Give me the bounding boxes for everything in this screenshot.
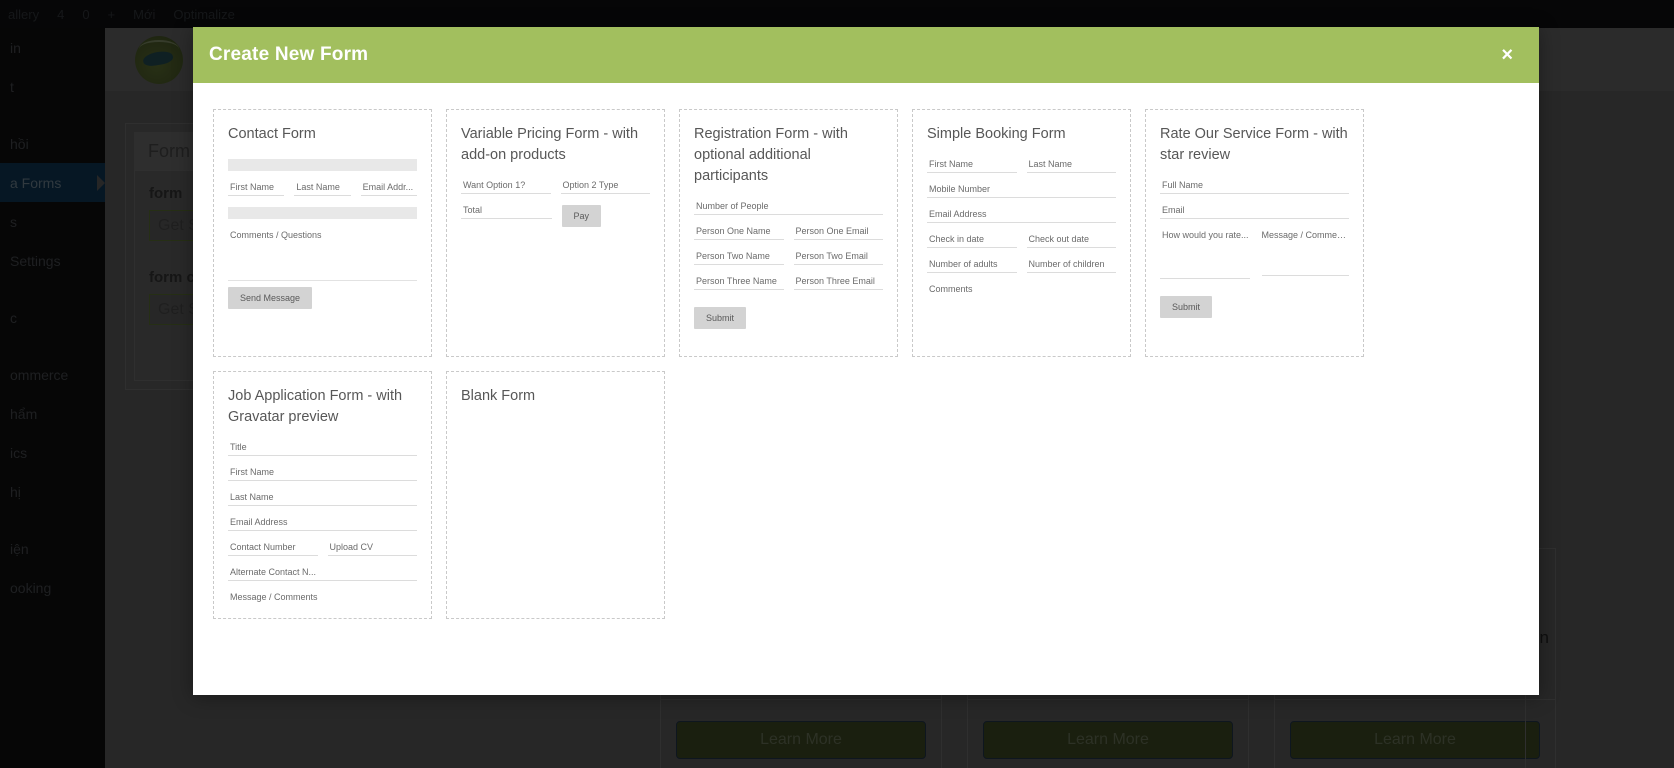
create-new-form-modal: Create New Form × Contact Form First Name… [193,27,1539,695]
preview-field: Email Address [927,209,1116,224]
preview-field-row: First Name Last Name Email Addr... [228,182,417,207]
form-template-card-simple-booking-form[interactable]: Simple Booking Form First Name Last Name Mo… [912,109,1131,357]
preview-field: Comments [929,284,973,295]
preview-field: Number of children [1026,259,1116,274]
preview-field-row: Number of adults Number of children [927,259,1116,284]
form-template-card-rate-our-service-form[interactable]: Rate Our Service Form - with star review… [1145,109,1364,357]
preview-field: Title [228,442,417,457]
preview-field: Contact Number [228,542,318,557]
preview-field-row: First Name Last Name [927,159,1116,184]
preview-field-row: Email [1160,205,1349,230]
preview-field-row: Title [228,442,417,467]
form-template-preview: First Name Last Name Email Addr... Comments… [228,159,417,310]
form-template-title: Rate Our Service Form - with star review [1160,126,1348,164]
preview-field-row: Check in date Check out date [927,234,1116,259]
form-template-preview: Title First Name Last Name Email Address Con… [228,442,417,616]
preview-button-cell: Pay [561,205,651,230]
preview-field-row: Person Two Name Person Two Email [694,251,883,276]
screen: allery 4 0 + Mới Optimalize in t hồi a Forms s Set… [0,0,1674,768]
form-template-preview: First Name Last Name Mobile Number Email Ad… [927,159,1116,308]
form-template-card-variable-pricing-form[interactable]: Variable Pricing Form - with add-on prod… [446,109,665,357]
preview-field: Number of adults [927,259,1017,274]
preview-field: Message / Comments [1260,230,1349,279]
preview-divider [228,280,417,282]
preview-field: First Name [228,467,417,482]
form-template-card-registration-form[interactable]: Registration Form - with optional additi… [679,109,898,357]
preview-field: Option 2 Type [560,180,650,195]
preview-field: Person One Email [793,226,883,241]
preview-field: First Name [228,182,285,197]
preview-pay-button: Pay [561,205,602,228]
preview-field-row: Comments [927,284,1116,308]
preview-field: Total [461,205,552,220]
preview-field: Message / Comments [230,592,318,603]
preview-field: Number of People [694,201,883,216]
preview-field-row: Comments / Questions [228,230,417,254]
preview-field-row: Message / Comments [228,592,417,616]
preview-field-row: First Name [228,467,417,492]
preview-field: First Name [927,159,1017,174]
preview-field: Last Name [228,492,417,507]
preview-field: How would you rate... [1160,230,1250,280]
form-template-title: Blank Form [461,388,536,404]
preview-field: Last Name [294,182,351,197]
preview-submit-button: Send Message [228,287,313,310]
preview-field: Mobile Number [927,184,1116,199]
preview-field-row: Contact Number Upload CV [228,542,417,567]
form-template-preview: Full Name Email How would you rate... Messa… [1160,180,1349,319]
preview-field-underline [1261,274,1349,277]
modal-title: Create New Form [209,44,369,65]
preview-field: Last Name [1026,159,1116,174]
form-template-preview: Number of People Person One Name Person On… [694,201,883,330]
preview-field: Comments / Questions [230,230,322,241]
preview-field-row: Email Address [927,209,1116,234]
preview-field-row: Alternate Contact N... [228,567,417,592]
preview-field: Email [1160,205,1349,220]
form-template-title: Contact Form [228,126,316,142]
form-template-title: Variable Pricing Form - with add-on prod… [461,126,639,164]
preview-submit-button: Submit [1160,296,1213,319]
preview-field: Person Two Name [694,251,784,266]
form-template-title: Job Application Form - with Gravatar pre… [228,388,403,426]
modal-header: Create New Form × [193,27,1539,83]
preview-field: Check out date [1026,234,1116,249]
preview-field: Email Address [228,517,417,532]
preview-field-row: Person One Name Person One Email [694,226,883,251]
preview-placeholder-bar [228,207,417,220]
form-template-title: Registration Form - with optional additi… [694,126,848,185]
preview-field-row: Total Pay [461,205,650,230]
preview-submit-button: Submit [694,307,747,330]
preview-field: Check in date [927,234,1017,249]
form-template-title: Simple Booking Form [927,126,1066,142]
preview-field: Alternate Contact N... [228,567,417,582]
form-template-card-job-application-form[interactable]: Job Application Form - with Gravatar pre… [213,371,432,619]
preview-field: Person Two Email [793,251,883,266]
preview-field-row: How would you rate... Message / Comments [1160,230,1349,290]
form-template-card-blank-form[interactable]: Blank Form [446,371,665,619]
preview-field: Person One Name [694,226,784,241]
modal-body: Contact Form First Name Last Name Email Add… [193,83,1539,695]
preview-field-row: Number of People [694,201,883,226]
preview-field-row: Person Three Name Person Three Email [694,276,883,301]
form-template-preview: Want Option 1? Option 2 Type Total Pay [461,180,650,230]
preview-field-row: Want Option 1? Option 2 Type [461,180,650,205]
preview-field-row: Full Name [1160,180,1349,205]
preview-field: Person Three Name [694,276,784,291]
form-template-card-contact-form[interactable]: Contact Form First Name Last Name Email Add… [213,109,432,357]
preview-field-row: Mobile Number [927,184,1116,209]
preview-field-row: Email Address [228,517,417,542]
preview-field: Want Option 1? [461,180,551,195]
preview-field: Person Three Email [793,276,883,291]
preview-field: Email Addr... [360,182,417,197]
preview-field-row: Last Name [228,492,417,517]
preview-field: Upload CV [327,542,417,557]
close-icon[interactable]: × [1497,39,1517,71]
preview-placeholder-bar [228,159,417,172]
template-grid: Contact Form First Name Last Name Email Add… [213,109,1519,619]
preview-field: Full Name [1160,180,1349,195]
